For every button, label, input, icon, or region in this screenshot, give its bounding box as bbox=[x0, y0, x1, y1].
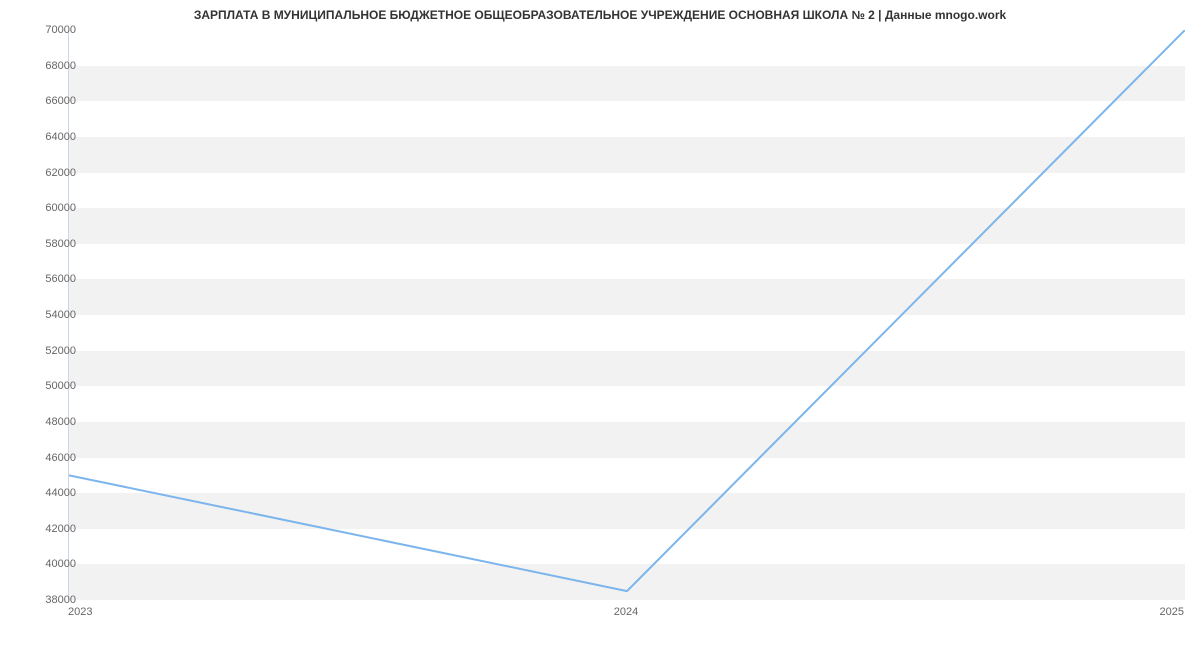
y-tick-label: 50000 bbox=[16, 380, 76, 392]
y-tick-label: 68000 bbox=[16, 60, 76, 72]
y-tick-label: 48000 bbox=[16, 416, 76, 428]
chart-container bbox=[68, 30, 1184, 600]
x-tick-label: 2024 bbox=[614, 606, 638, 618]
chart-title: ЗАРПЛАТА В МУНИЦИПАЛЬНОЕ БЮДЖЕТНОЕ ОБЩЕО… bbox=[0, 0, 1200, 30]
x-tick-label: 2023 bbox=[68, 606, 92, 618]
y-tick-label: 60000 bbox=[16, 202, 76, 214]
line-series bbox=[69, 30, 1185, 600]
y-tick-label: 56000 bbox=[16, 273, 76, 285]
y-tick-label: 44000 bbox=[16, 487, 76, 499]
x-tick-label: 2025 bbox=[1160, 606, 1184, 618]
y-tick-label: 54000 bbox=[16, 309, 76, 321]
plot-area bbox=[68, 30, 1184, 600]
y-tick-label: 38000 bbox=[16, 594, 76, 606]
y-tick-label: 40000 bbox=[16, 558, 76, 570]
y-tick-label: 46000 bbox=[16, 452, 76, 464]
y-tick-label: 64000 bbox=[16, 131, 76, 143]
y-tick-label: 42000 bbox=[16, 523, 76, 535]
y-tick-label: 52000 bbox=[16, 345, 76, 357]
y-tick-label: 66000 bbox=[16, 95, 76, 107]
y-tick-label: 58000 bbox=[16, 238, 76, 250]
y-tick-label: 62000 bbox=[16, 167, 76, 179]
y-tick-label: 70000 bbox=[16, 24, 76, 36]
